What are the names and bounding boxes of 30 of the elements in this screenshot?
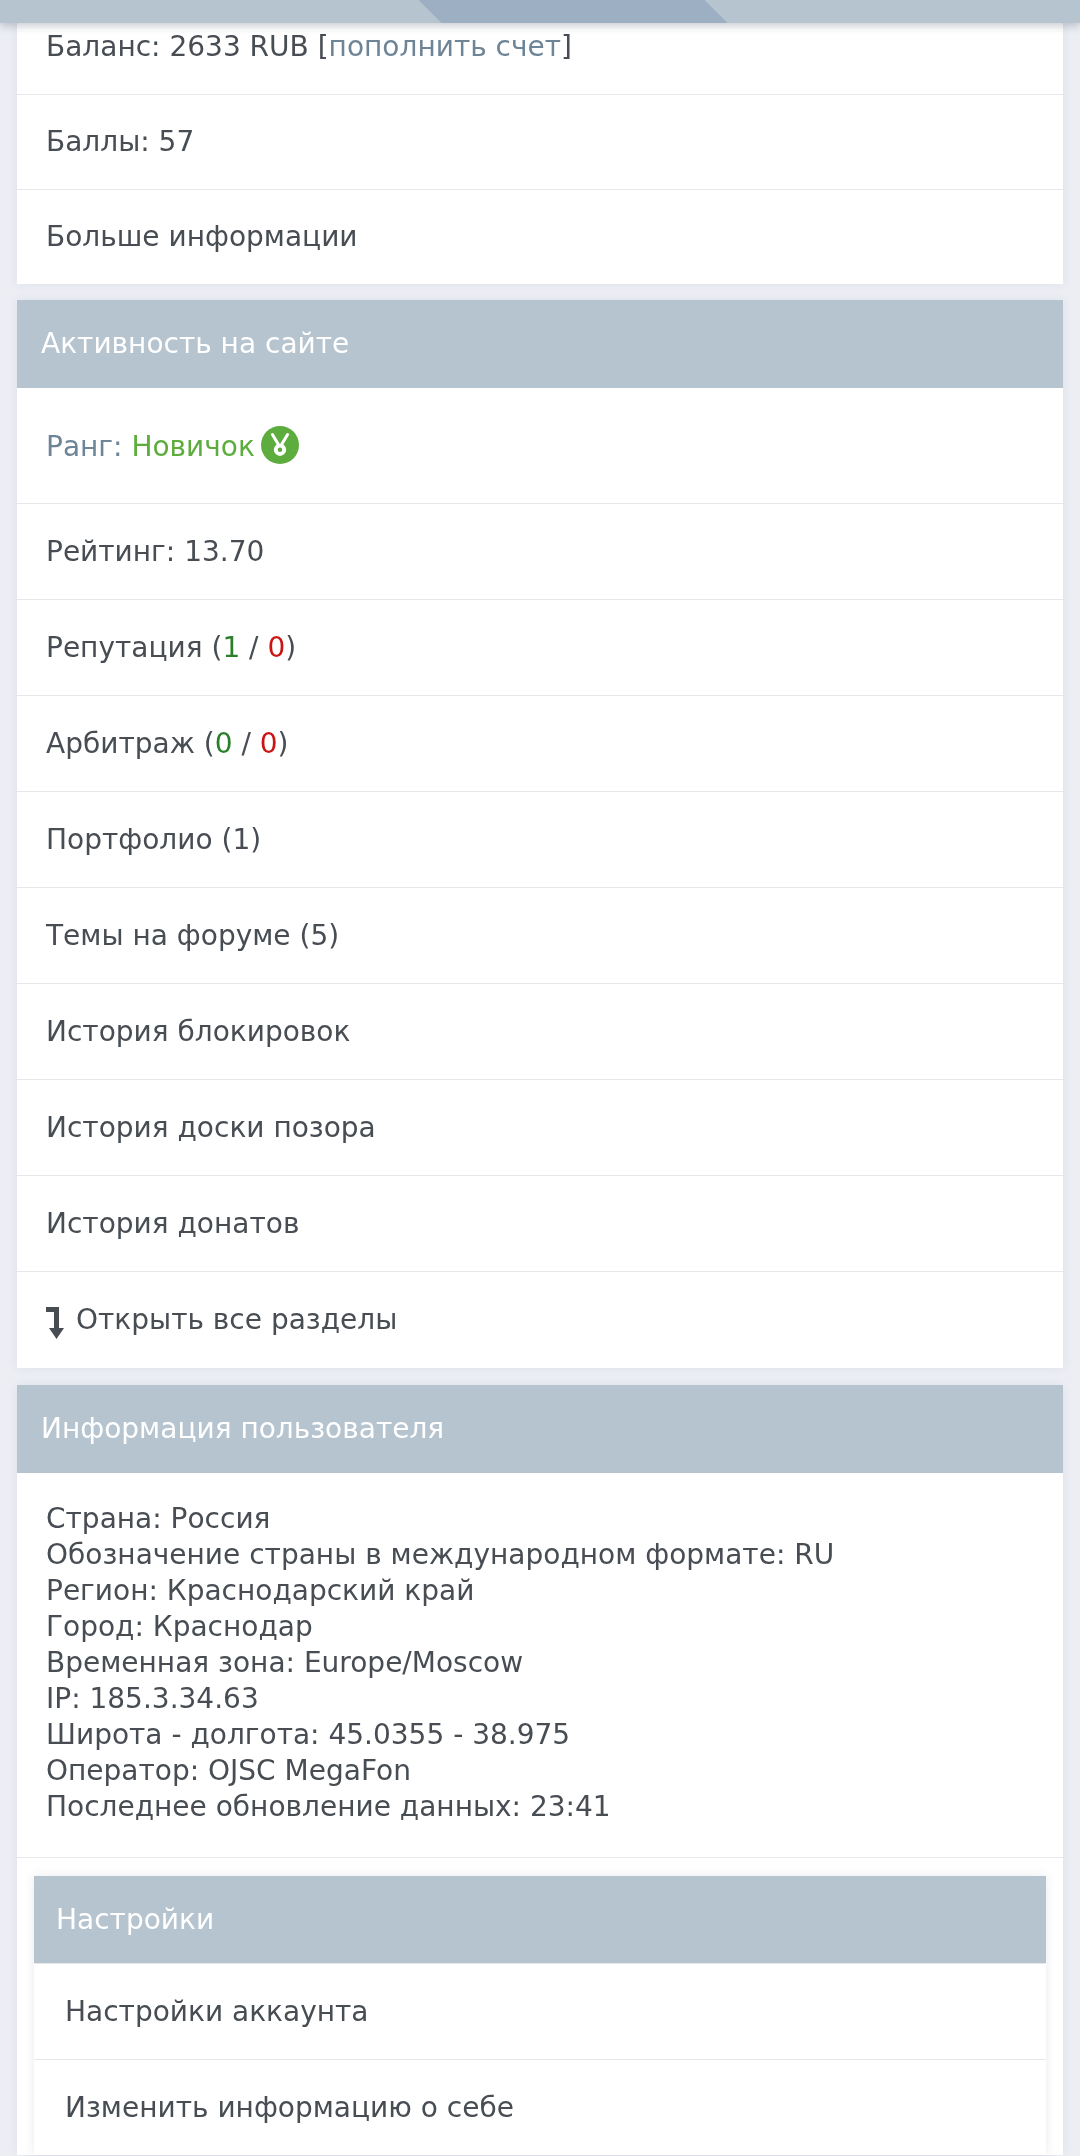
text-link[interactable]: пополнить счет [328, 30, 562, 63]
section-header: Настройки [34, 1876, 1046, 1963]
info-line: Страна: Россия [46, 1501, 272, 1537]
list-item[interactable]: Портфолио (1) [17, 791, 1063, 887]
list-item[interactable]: Арбитраж (0 / 0) [17, 695, 1063, 791]
info-line: Оператор: OJSC MegaFon [46, 1753, 412, 1789]
list-item[interactable]: История доски позора [17, 1079, 1063, 1175]
list-item[interactable]: Рейтинг: 13.70 [17, 503, 1063, 599]
info-line: Временная зона: Europe/Moscow [46, 1645, 525, 1681]
info-line: Город: Краснодар [46, 1609, 314, 1645]
section-header: Активность на сайте [17, 300, 1063, 388]
list-item[interactable]: Больше информации [17, 189, 1063, 284]
list-item[interactable]: История донатов [17, 1175, 1063, 1271]
expand-item[interactable]: Открыть все разделы [17, 1271, 1063, 1368]
list-item[interactable]: Репутация (1 / 0) [17, 599, 1063, 695]
list-item[interactable]: Настройки аккаунта [34, 1963, 1046, 2059]
info-line: IP: 185.3.34.63 [46, 1681, 260, 1717]
info-line: Обозначение страны в международном формате: RU [46, 1537, 836, 1573]
section-header: Информация пользователя [17, 1385, 1063, 1473]
list-item[interactable]: История блокировок [17, 983, 1063, 1079]
info-line: Регион: Краснодарский край [46, 1573, 476, 1609]
info-line: Широта - долгота: 45.0355 - 38.975 [46, 1717, 572, 1753]
info-text: Баланс: 2633 RUB [пополнить счет] [46, 30, 572, 63]
list-item[interactable]: Изменить информацию о себе [34, 2059, 1046, 2155]
list-item[interactable]: Темы на форуме (5) [17, 887, 1063, 983]
turn-down-arrow-icon [46, 1306, 64, 1339]
list-item[interactable]: Баллы: 57 [17, 94, 1063, 189]
info-line: Последнее обновление данных: 23:41 [46, 1789, 612, 1825]
rank-text: Ранг: Новичок [46, 430, 255, 463]
medal-icon [260, 426, 299, 464]
